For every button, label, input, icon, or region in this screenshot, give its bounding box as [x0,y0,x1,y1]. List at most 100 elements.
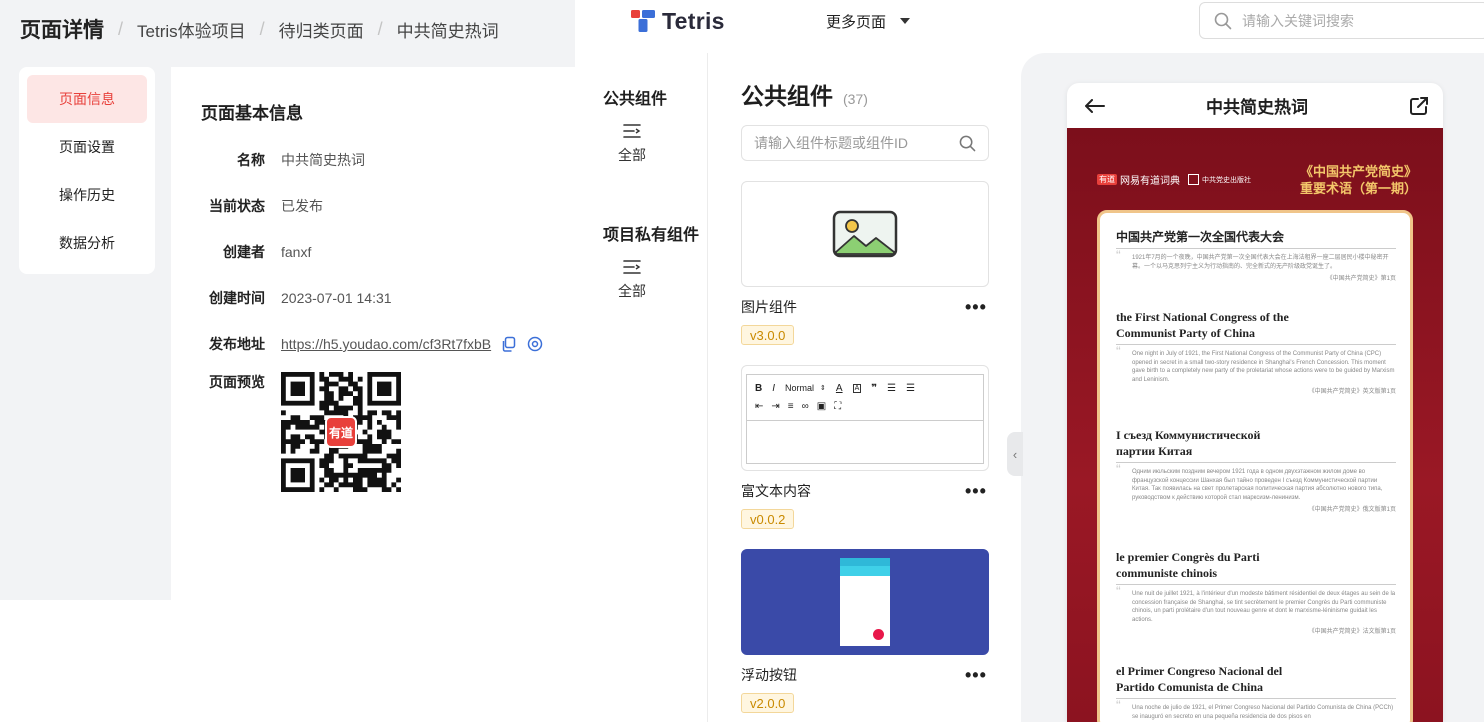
more-actions-button[interactable]: ••• [965,481,987,502]
category-private-all[interactable]: 全部 [612,259,652,301]
menu-item-page-settings[interactable]: 页面设置 [27,123,147,171]
term-body: “Una noche de julio de 1921, el Primer C… [1116,697,1394,720]
status-value: 已发布 [281,198,323,214]
font-select: Normal [785,383,815,393]
quote-icon: “ [1116,247,1121,263]
breadcrumb-item-folder[interactable]: 待归类页面 [279,17,364,42]
image-placeholder-icon [832,210,898,258]
background-color-icon: A [852,383,862,393]
caret-down-icon [900,18,911,24]
status-label: 当前状态 [209,198,265,214]
fullscreen-icon: ⛶ [834,400,842,412]
quote-icon: “ [1116,461,1121,477]
select-arrows-icon: ⇕ [820,385,826,392]
breadcrumb-separator: / [377,18,383,39]
breadcrumb-item-page: 中共简史热词 [396,21,499,41]
menu-item-analytics[interactable]: 数据分析 [27,219,147,267]
term-heading: el Primer Congreso Nacional del Partido C… [1116,663,1396,699]
indent-increase-icon: ⇥ [771,400,780,412]
ordered-list-icon: ☰ [887,382,897,394]
name-label: 名称 [237,152,265,168]
breadcrumb-separator: / [259,18,265,39]
creator-value: fanxf [281,244,312,260]
menu-item-history[interactable]: 操作历史 [27,171,147,219]
component-card-image[interactable] [741,181,989,287]
collapse-panel-handle[interactable]: ‹ [1007,432,1023,476]
category-public-title: 公共组件 [603,91,668,108]
poster-heading-line-2: 重要术语（第一期） [1299,182,1417,197]
component-search-input[interactable]: 请输入组件标题或组件ID [741,125,989,161]
poster-paper: 中国共产党第一次全国代表大会 “1921年7月的一个夜晚，中国共产党第一次全国代… [1097,210,1413,722]
component-card-richtext[interactable]: B I Normal ⇕ A A ❞ ☰ ☰ ⇤ ⇥ ≡ ∞ ▣ ⛶ [741,365,989,471]
richtext-toolbar: B I Normal ⇕ A A ❞ ☰ ☰ ⇤ ⇥ ≡ ∞ ▣ ⛶ [747,375,983,421]
bullet-list-icon: ☰ [906,382,916,394]
term-section: I съезд Коммунистической партии Китая “Од… [1116,427,1396,513]
info-row-name: 名称 中共简史热词 [171,148,575,172]
term-section: 中国共产党第一次全国代表大会 “1921年7月的一个夜晚，中国共产党第一次全国代… [1116,229,1396,282]
page-info-panel: 页面基本信息 名称 中共简史热词 当前状态 已发布 创建者 fanxf 创建时间… [171,67,575,600]
term-heading: le premier Congrès du Parti communiste ch… [1116,549,1396,585]
term-heading: I съезд Коммунистической партии Китая [1116,427,1396,463]
poster-header: 有道 网易有道词典 中共党史出版社 《中国共产党简史》 重要术语（第一期） [1097,164,1417,198]
phone-preview: 中共简史热词 有道 网易有道词典 中共党史出版社 《中国共产党简史》 重要术语（… [1067,83,1443,722]
copy-icon[interactable] [501,336,517,352]
term-source: 《中国共产党简史》第1页 [1326,276,1396,282]
hotword-poster: 有道 网易有道词典 中共党史出版社 《中国共产党简史》 重要术语（第一期） 中国… [1067,128,1443,722]
back-arrow-icon[interactable] [1085,98,1105,113]
version-tag: v0.0.2 [741,509,795,529]
poster-heading: 《中国共产党简史》 重要术语（第一期） [1300,164,1417,198]
more-actions-button[interactable]: ••• [965,665,987,686]
component-card-float-button[interactable] [741,549,989,655]
published-url-link[interactable]: https://h5.youdao.com/cf3Rt7fxbB [281,336,491,352]
creator-label: 创建者 [223,244,265,260]
poster-brand: 有道 网易有道词典 中共党史出版社 [1097,172,1251,187]
term-body: “One night in July of 1921, the First Na… [1116,343,1395,383]
info-row-creator: 创建者 fanxf [171,240,575,264]
preview-label: 页面预览 [209,374,265,390]
breadcrumb-separator: / [118,18,124,39]
chevron-left-icon: ‹ [1012,446,1018,462]
list-filter-icon [622,123,642,139]
global-search-input[interactable]: 请输入关键词搜索 [1199,2,1484,39]
version-tag: v2.0.0 [741,693,795,713]
qr-code: 有道 [281,372,402,493]
category-public-all[interactable]: 全部 [612,123,652,165]
info-row-status: 当前状态 已发布 [171,194,575,218]
tetris-logo[interactable]: Tetris [630,8,725,34]
term-heading: the First National Congress of the Commun… [1116,309,1396,345]
page-info-title: 页面基本信息 [201,104,303,123]
component-category-column: 公共组件 全部 项目私有组件 全部 [576,53,708,722]
component-name-float-button: 浮动按钮 [741,667,797,683]
share-icon[interactable] [1409,96,1429,116]
publisher-seal-icon [1188,174,1199,185]
breadcrumb-root: 页面详情 [20,19,104,42]
more-pages-dropdown[interactable]: 更多页面 [826,9,911,33]
side-menu: 页面信息 页面设置 操作历史 数据分析 [19,67,155,274]
component-name-image: 图片组件 [741,299,797,315]
component-search-placeholder: 请输入组件标题或组件ID [754,135,908,151]
search-icon [1214,12,1232,30]
version-tag: v3.0.0 [741,325,795,345]
created-value: 2023-07-01 14:31 [281,290,392,306]
italic-icon: I [772,382,776,394]
created-label: 创建时间 [209,290,265,306]
menu-item-page-info[interactable]: 页面信息 [27,75,147,123]
url-label: 发布地址 [209,336,265,352]
breadcrumb-item-project[interactable]: Tetris体验项目 [137,17,246,42]
open-preview-icon[interactable] [527,336,543,352]
component-list-heading: 公共组件 [741,83,833,109]
more-actions-button[interactable]: ••• [965,297,987,318]
term-section: the First National Congress of the Commun… [1116,309,1396,395]
indent-decrease-icon: ⇤ [755,400,764,412]
font-color-icon: A [835,382,843,394]
bold-icon: B [755,382,763,394]
more-pages-label: 更多页面 [826,13,887,31]
component-name-richtext: 富文本内容 [741,483,811,499]
phone-title: 中共简史热词 [1206,98,1308,117]
term-source: 《中国共产党简史》俄文版第1页 [1308,507,1396,513]
float-dot-icon [873,629,884,640]
quote-icon: “ [1116,583,1121,599]
category-private-all-label: 全部 [618,283,646,299]
component-list: 公共组件 (37) 请输入组件标题或组件ID 图片组件 ••• v3.0.0 B… [709,53,1021,722]
poster-heading-line-1: 《中国共产党简史》 [1299,165,1417,180]
